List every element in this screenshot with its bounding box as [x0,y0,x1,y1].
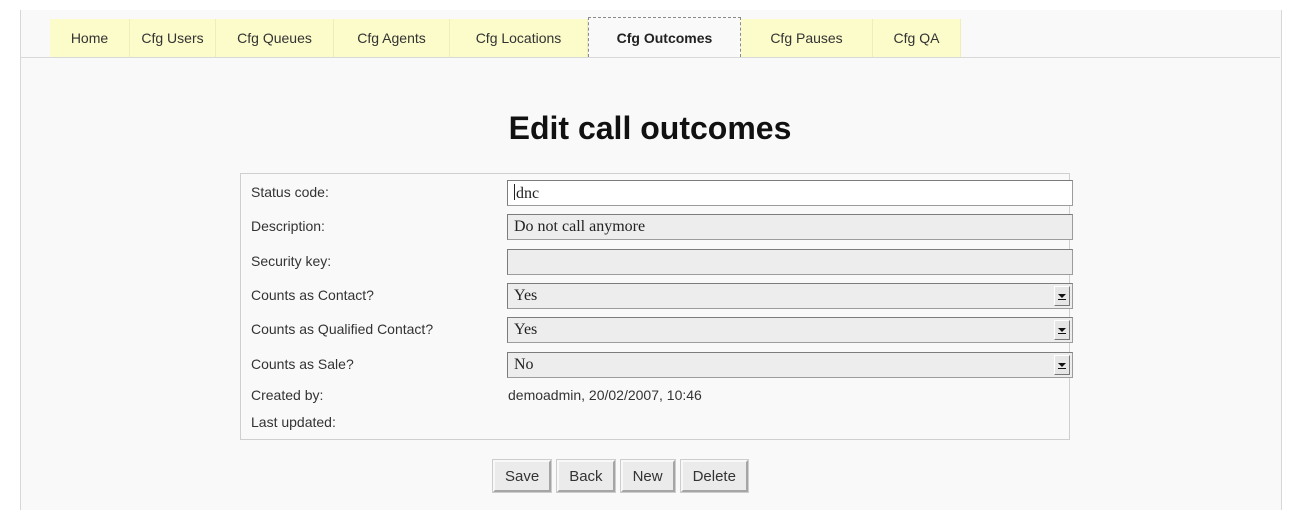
description-row: Description: Do not call anymore [251,214,1073,240]
counts-qualified-label: Counts as Qualified Contact? [251,321,434,337]
counts-sale-value: No [514,356,534,373]
save-button[interactable]: Save [491,459,553,493]
description-label: Description: [251,218,325,234]
created-by-row: Created by: demoadmin, 20/02/2007, 10:46 [251,383,1061,408]
created-by-value: demoadmin, 20/02/2007, 10:46 [508,387,702,403]
page-title: Edit call outcomes [508,110,792,146]
security-key-row: Security key: [251,249,1073,275]
tab-cfg-agents[interactable]: Cfg Agents [334,19,450,57]
counts-sale-select[interactable]: No [507,352,1073,378]
tab-cfg-pauses[interactable]: Cfg Pauses [741,19,873,57]
created-by-label: Created by: [251,387,324,403]
chevron-down-icon[interactable] [1054,355,1070,375]
counts-qualified-select[interactable]: Yes [507,317,1073,343]
counts-contact-value: Yes [514,287,538,304]
security-key-input[interactable] [507,249,1073,275]
chevron-down-icon[interactable] [1054,320,1070,340]
tab-divider [20,57,1280,58]
description-input[interactable]: Do not call anymore [507,214,1073,240]
counts-contact-row: Counts as Contact? Yes [251,283,1073,309]
tab-cfg-queues[interactable]: Cfg Queues [216,19,334,57]
last-updated-row: Last updated: [251,410,1061,435]
text-cursor [514,184,515,200]
chevron-down-icon[interactable] [1054,286,1070,306]
tab-cfg-outcomes[interactable]: Cfg Outcomes [588,17,741,57]
outcome-form: Status code: dnc Description: Do not cal… [240,173,1073,440]
status-code-input[interactable]: dnc [507,180,1073,206]
back-button[interactable]: Back [556,459,616,493]
tab-cfg-locations[interactable]: Cfg Locations [450,19,588,57]
description-value: Do not call anymore [514,218,646,235]
delete-button[interactable]: Delete [679,459,749,493]
tab-cfg-users[interactable]: Cfg Users [130,19,216,57]
status-code-value: dnc [516,185,540,202]
counts-contact-select[interactable]: Yes [507,283,1073,309]
counts-contact-label: Counts as Contact? [251,287,374,303]
tab-home[interactable]: Home [50,19,130,57]
security-key-label: Security key: [251,253,332,269]
last-updated-label: Last updated: [251,414,336,430]
counts-qualified-value: Yes [514,321,538,338]
form-buttons: Save Back New Delete [491,459,749,493]
status-code-label: Status code: [251,184,329,200]
new-button[interactable]: New [619,459,676,493]
status-code-row: Status code: dnc [251,180,1073,206]
tab-bar: Home Cfg Users Cfg Queues Cfg Agents Cfg… [50,17,961,57]
tab-cfg-qa[interactable]: Cfg QA [873,19,961,57]
counts-sale-label: Counts as Sale? [251,356,354,372]
counts-qualified-row: Counts as Qualified Contact? Yes [251,317,1073,343]
counts-sale-row: Counts as Sale? No [251,352,1073,378]
